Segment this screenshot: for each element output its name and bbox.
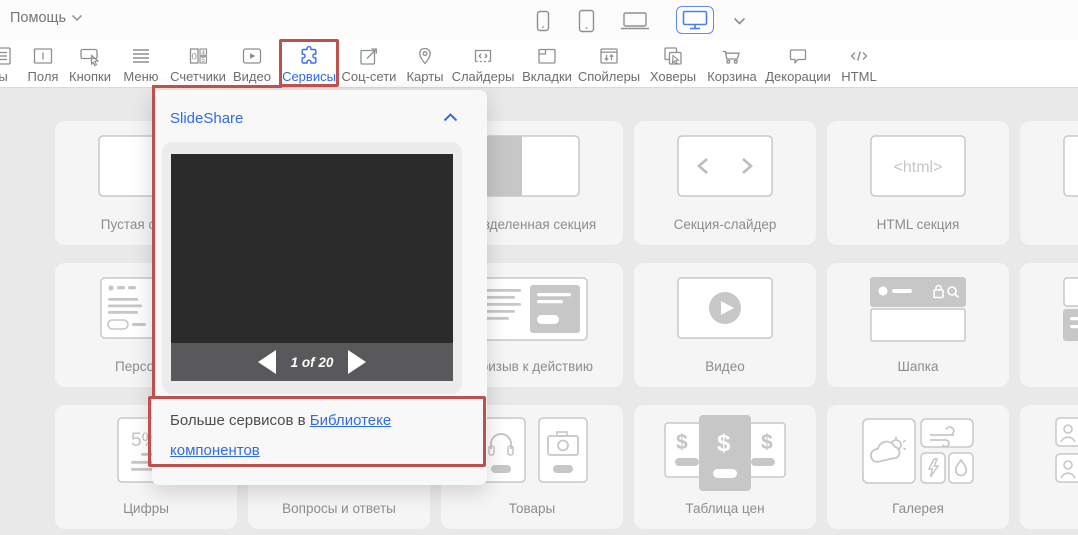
card-label: Товары	[441, 501, 623, 516]
slideshare-preview-slide	[171, 154, 453, 343]
section-card-pricing[interactable]: $ $ $ Таблица цен	[634, 405, 816, 529]
card-label: Секция-слайдер	[634, 217, 816, 232]
partial-section-icon	[1063, 277, 1078, 341]
chevron-down-icon	[733, 17, 746, 26]
section-card-partial-1[interactable]	[1020, 121, 1078, 245]
svg-text:4: 4	[201, 49, 205, 56]
card-label: Шапка	[827, 359, 1009, 374]
svg-text:$: $	[676, 431, 688, 454]
prev-slide-arrow-icon[interactable]	[258, 350, 276, 374]
svg-text:5: 5	[201, 56, 205, 63]
svg-text:<html>: <html>	[894, 159, 943, 176]
products-section-icon	[476, 417, 588, 483]
app-window: Пустая секция Разделенная секция Секция-…	[0, 0, 1078, 535]
card-label: Видео	[634, 359, 816, 374]
slider-section-icon	[677, 135, 773, 197]
more-services-text: Больше сервисов в Библиотеке компонентов	[170, 406, 470, 466]
chevron-up-icon[interactable]	[443, 113, 458, 122]
device-desktop-button[interactable]	[676, 6, 714, 34]
card-label: HTML секция	[827, 217, 1009, 232]
gallery-section-icon	[862, 415, 974, 487]
card-label: Таблица цен	[634, 501, 816, 516]
more-services-prefix: Больше сервисов в	[170, 412, 310, 429]
next-slide-arrow-icon[interactable]	[348, 350, 366, 374]
device-laptop-button[interactable]	[618, 8, 652, 34]
svg-text:0: 0	[192, 51, 197, 62]
header-section-icon	[870, 277, 966, 343]
slideshare-accordion-header[interactable]: SlideShare	[170, 110, 243, 127]
chevron-down-icon	[71, 14, 83, 22]
svg-text:$: $	[717, 430, 731, 457]
section-card-gallery[interactable]: Галерея	[827, 405, 1009, 529]
devices-dropdown-chevron[interactable]	[722, 8, 756, 34]
help-menu[interactable]: Помощь	[10, 10, 83, 26]
laptop-icon	[619, 10, 651, 32]
section-card-html[interactable]: <html> HTML секция	[827, 121, 1009, 245]
html-section-icon: <html>	[870, 135, 966, 197]
cta-section-icon	[476, 277, 588, 341]
split-section-icon	[484, 135, 580, 197]
device-tablet-button[interactable]	[569, 8, 603, 34]
tablet-icon	[578, 9, 595, 33]
desktop-icon	[682, 10, 708, 30]
partial-section-icon	[1055, 417, 1078, 483]
slideshow-pager-bar: 1 of 20	[171, 343, 453, 381]
pricing-section-icon: $ $ $	[663, 413, 787, 493]
svg-text:$: $	[761, 431, 773, 454]
components-toolbar: ы Поля Кнопки Меню 045 Счетчики	[0, 40, 1078, 88]
card-label: Галерея	[827, 501, 1009, 516]
slideshare-preview-container: 1 of 20	[162, 142, 462, 394]
section-card-video[interactable]: Видео	[634, 263, 816, 387]
section-card-header[interactable]: Шапка	[827, 263, 1009, 387]
phone-icon	[536, 9, 550, 33]
card-label: Цифры	[55, 501, 237, 516]
video-section-icon	[677, 277, 773, 339]
top-bar: Помощь	[0, 0, 1078, 41]
toolbar-item-html[interactable]: HTML	[820, 42, 898, 84]
section-card-slider[interactable]: Секция-слайдер	[634, 121, 816, 245]
device-phone-button[interactable]	[526, 8, 560, 34]
slide-counter: 1 of 20	[291, 355, 334, 370]
card-label: Вопросы и ответы	[248, 501, 430, 516]
section-card-partial-3[interactable]	[1020, 405, 1078, 529]
partial-section-icon	[1063, 135, 1078, 197]
help-label: Помощь	[10, 10, 66, 26]
section-card-partial-2[interactable]	[1020, 263, 1078, 387]
services-dropdown-panel: SlideShare 1 of 20 Больше сервисов в Биб…	[152, 90, 487, 485]
html-code-icon	[820, 42, 898, 69]
